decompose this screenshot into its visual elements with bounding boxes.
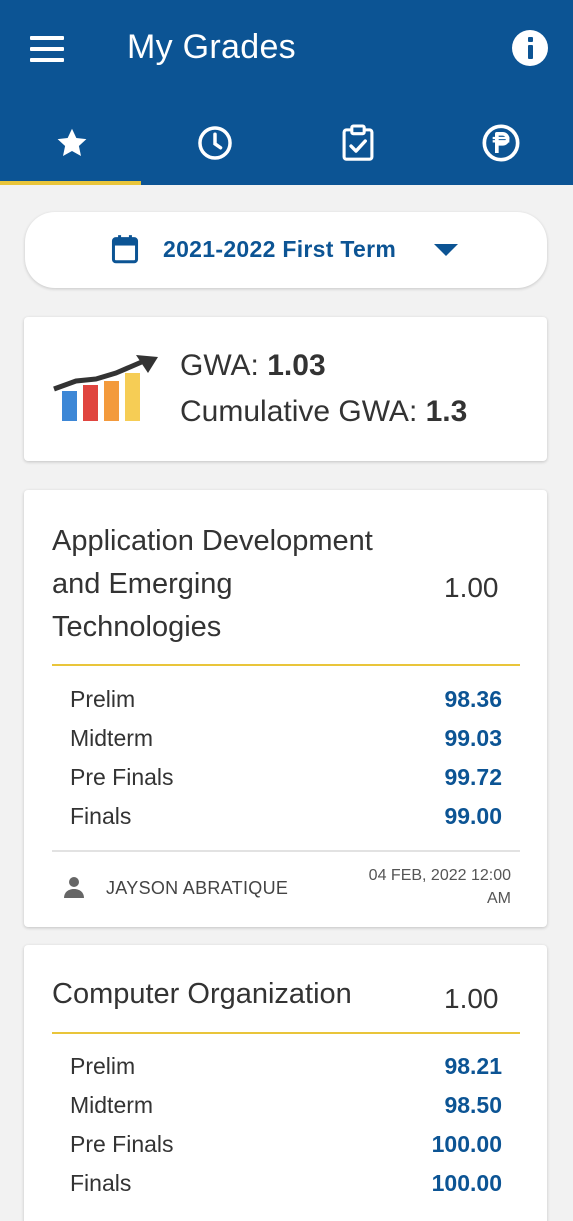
- top-bar: My Grades: [0, 0, 573, 100]
- subject-title: Application Development and Emerging Tec…: [52, 525, 373, 643]
- page-title: My Grades: [127, 28, 296, 66]
- term-selector[interactable]: 2021-2022 First Term: [25, 212, 547, 288]
- gwa-summary-card: GWA: 1.03 Cumulative GWA: 1.3: [24, 317, 547, 461]
- tab-grades[interactable]: [0, 100, 143, 185]
- subject-card[interactable]: Application Development and Emerging Tec…: [24, 490, 547, 927]
- gwa-line: GWA: 1.03: [180, 349, 326, 383]
- clipboard-check-icon: [342, 123, 373, 161]
- grade-row-midterm: Midterm 98.50: [70, 1092, 502, 1118]
- divider: [52, 1032, 520, 1034]
- posted-date: 04 FEB, 2022 12:00 AM: [368, 867, 511, 907]
- cumulative-gwa-value: 1.3: [425, 395, 468, 428]
- footer-divider: [52, 850, 520, 852]
- app-bar: My Grades: [0, 0, 573, 185]
- grade-row-prefinals: Pre Finals 100.00: [70, 1131, 502, 1157]
- cumulative-gwa-line: Cumulative GWA: 1.3: [180, 395, 467, 429]
- subject-grade: 1.00: [444, 983, 499, 1014]
- divider: [52, 664, 520, 666]
- tab-bar: [0, 100, 573, 185]
- cumulative-gwa-label: Cumulative GWA:: [180, 395, 418, 428]
- grade-row-midterm: Midterm 99.03: [70, 725, 502, 751]
- calendar-icon: [111, 235, 139, 264]
- growth-chart-icon: [53, 355, 158, 421]
- subject-title: Computer Organization: [52, 978, 352, 1010]
- subject-grade: 1.00: [444, 572, 499, 603]
- grade-row-finals: Finals 100.00: [70, 1170, 502, 1196]
- gwa-label: GWA:: [180, 349, 259, 382]
- grade-row-finals: Finals 99.00: [70, 803, 502, 829]
- star-icon: [57, 128, 86, 156]
- grade-row-prelim: Prelim 98.21: [70, 1053, 502, 1079]
- grade-row-prefinals: Pre Finals 99.72: [70, 764, 502, 790]
- info-icon[interactable]: [512, 30, 548, 66]
- active-tab-indicator: [0, 181, 141, 185]
- tab-history[interactable]: [143, 100, 286, 185]
- peso-icon: [482, 124, 519, 161]
- teacher-name: JAYSON ABRATIQUE: [106, 878, 289, 898]
- term-label: 2021-2022 First Term: [163, 236, 397, 262]
- tab-payments[interactable]: [429, 100, 572, 185]
- person-icon: [64, 877, 84, 898]
- grade-row-prelim: Prelim 98.36: [70, 686, 502, 712]
- gwa-value: 1.03: [267, 349, 326, 382]
- subject-card[interactable]: Computer Organization 1.00 Prelim 98.21 …: [24, 945, 547, 1221]
- chevron-down-icon: [434, 244, 458, 256]
- menu-icon[interactable]: [30, 36, 64, 62]
- clock-icon: [197, 125, 232, 160]
- tab-assessments[interactable]: [286, 100, 429, 185]
